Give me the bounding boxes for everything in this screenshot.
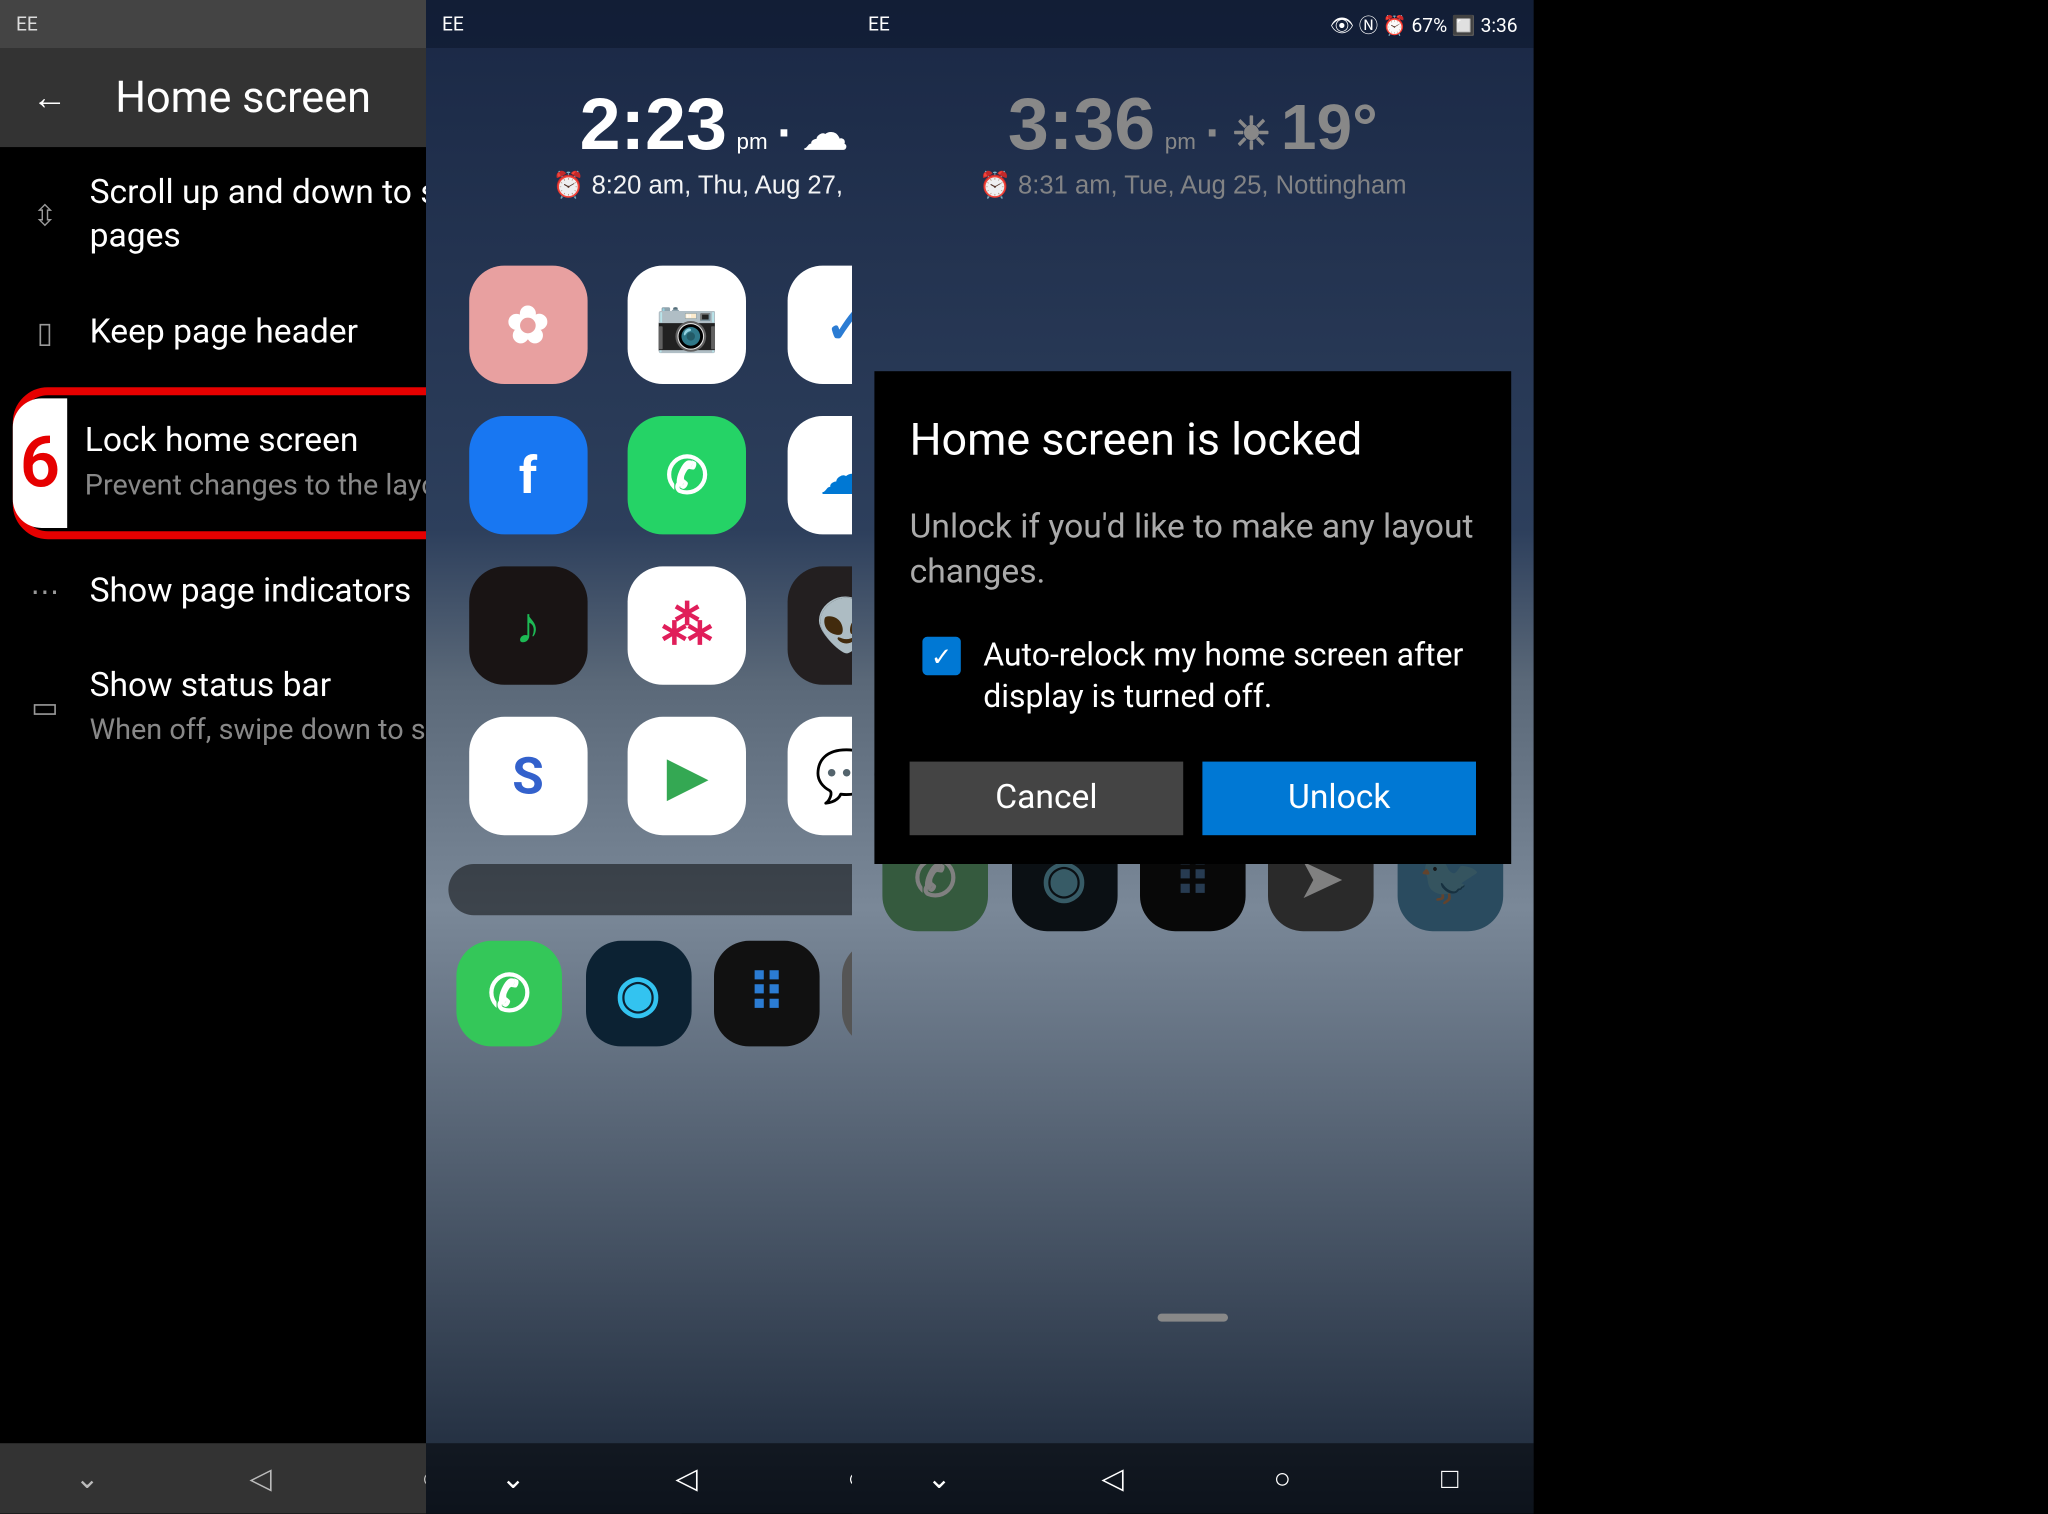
cancel-button[interactable]: Cancel xyxy=(910,762,1184,836)
page-title: Home screen xyxy=(115,72,371,123)
nav-bar: ⌄ ◁ ○ □ xyxy=(852,1443,1534,1513)
app-phone[interactable]: ✆ xyxy=(457,941,563,1047)
app-edge[interactable]: ◉ xyxy=(585,941,691,1047)
dialog-message: Unlock if you'd like to make any layout … xyxy=(910,505,1476,596)
lock-dialog: Home screen is locked Unlock if you'd li… xyxy=(874,371,1511,864)
weather-icon: ☁ xyxy=(803,107,848,160)
app-camera[interactable]: 📷 xyxy=(628,266,746,384)
temperature: 19° xyxy=(1281,93,1378,165)
dots-icon: ⋯ xyxy=(19,576,70,610)
dialog-checkbox-row[interactable]: ✓ Auto-relock my home screen after displ… xyxy=(910,634,1476,717)
app-facebook[interactable]: f xyxy=(469,416,587,534)
nav-keyboard-icon[interactable]: ⌄ xyxy=(927,1462,951,1496)
statusbar-icon: ▭ xyxy=(19,691,70,725)
clock-widget: 3:36pm · ☀ 19° ⏰ 8:31 am, Tue, Aug 25, N… xyxy=(852,48,1534,218)
clock-subtitle: ⏰ 8:31 am, Tue, Aug 25, Nottingham xyxy=(868,170,1518,202)
checkbox-label: Auto-relock my home screen after display… xyxy=(983,634,1476,717)
unlock-button[interactable]: Unlock xyxy=(1202,762,1476,836)
nav-back-icon[interactable]: ◁ xyxy=(675,1462,697,1496)
status-bar: EE 👁 Ⓝ ⏰ 67% 🔲 3:36 xyxy=(852,0,1534,48)
nav-back-icon[interactable]: ◁ xyxy=(1101,1462,1123,1496)
clock-time: 3:36 xyxy=(1008,80,1155,166)
nav-home-icon[interactable]: ○ xyxy=(1274,1462,1291,1496)
weather-icon: ☀ xyxy=(1231,107,1271,160)
app-play[interactable]: ▶ xyxy=(628,717,746,835)
app-spotify[interactable]: ♪ xyxy=(469,566,587,684)
scroll-icon: ⇳ xyxy=(19,200,70,234)
nav-keyboard-icon[interactable]: ⌄ xyxy=(75,1462,99,1496)
clock-ampm: pm xyxy=(1165,128,1196,154)
app-photos[interactable]: ✿ xyxy=(469,266,587,384)
clock-time: 2:23 xyxy=(580,80,727,166)
carrier-label: EE xyxy=(868,13,890,35)
nav-recent-icon[interactable]: □ xyxy=(1441,1462,1458,1496)
locked-home-panel: EE 👁 Ⓝ ⏰ 67% 🔲 3:36 3:36pm · ☀ 19° ⏰ 8:3… xyxy=(852,0,1534,1514)
checkbox-icon[interactable]: ✓ xyxy=(922,637,960,675)
app-apps[interactable]: ⠿ xyxy=(714,941,820,1047)
dialog-title: Home screen is locked xyxy=(910,413,1476,467)
clock-ampm: pm xyxy=(737,128,768,154)
nav-keyboard-icon[interactable]: ⌄ xyxy=(501,1462,525,1496)
app-slack[interactable]: ⁂ xyxy=(628,566,746,684)
back-arrow-icon[interactable]: ← xyxy=(32,77,67,119)
app-whatsapp[interactable]: ✆ xyxy=(628,416,746,534)
header-icon: ▯ xyxy=(19,316,70,350)
drag-handle[interactable] xyxy=(1158,1314,1228,1322)
status-icons: 👁 Ⓝ ⏰ 67% 🔲 3:36 xyxy=(1330,10,1518,37)
step-number: 6 xyxy=(13,398,67,527)
app-simplenote[interactable]: S xyxy=(469,717,587,835)
nav-back-icon[interactable]: ◁ xyxy=(249,1462,271,1496)
carrier-label: EE xyxy=(16,13,38,35)
carrier-label: EE xyxy=(442,13,464,35)
